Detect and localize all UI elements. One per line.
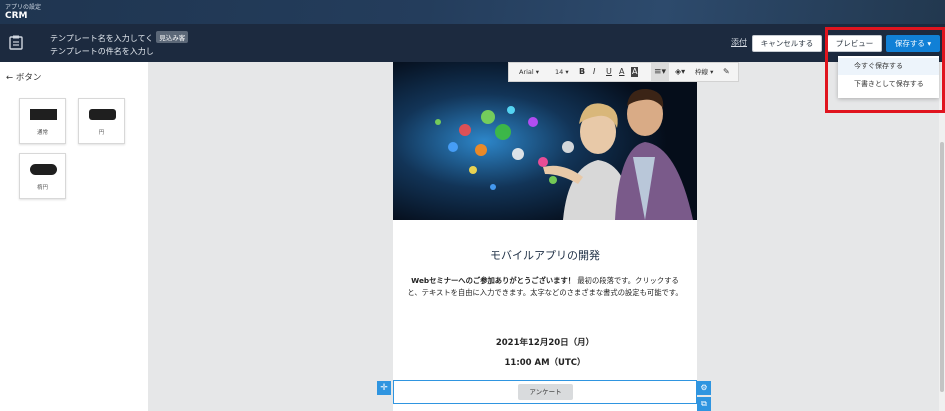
font-size-value: 14: [555, 68, 564, 76]
template-subject-field[interactable]: テンプレートの件名を入力し: [50, 46, 154, 57]
gear-icon[interactable]: ⚙: [697, 381, 711, 395]
font-size-select[interactable]: 14 ▾: [555, 63, 569, 81]
event-date[interactable]: 2021年12月20日（月）: [393, 336, 697, 348]
template-name-field[interactable]: テンプレート名を入力してく 見込み客: [50, 31, 189, 44]
survey-button[interactable]: アンケート: [518, 384, 573, 400]
underline-button[interactable]: U: [606, 63, 612, 81]
selected-button-block[interactable]: アンケート: [393, 380, 697, 404]
template-header: テンプレート名を入力してく 見込み客 テンプレートの件名を入力し 添付 キャンセル…: [0, 24, 945, 62]
email-paragraph[interactable]: Webセミナーへのご参加ありがとうございます！ 最初の段落です。クリックすると、…: [407, 275, 683, 299]
button-shape-preview: [89, 109, 116, 120]
button-style-label: 円: [98, 130, 105, 136]
module-badge: 見込み客: [156, 31, 189, 43]
button-shape-preview: [30, 109, 57, 120]
clear-format-icon[interactable]: ✎: [723, 63, 730, 81]
move-icon[interactable]: ✛: [377, 381, 391, 395]
scroll-thumb[interactable]: [940, 142, 944, 392]
attach-link[interactable]: 添付: [731, 37, 747, 48]
email-title[interactable]: モバイルアプリの開発: [393, 247, 697, 263]
align-select[interactable]: ≡▾: [651, 63, 670, 81]
hero-image[interactable]: [393, 62, 697, 220]
font-family-select[interactable]: Arial ▾: [519, 63, 539, 81]
template-icon: [9, 35, 23, 50]
back-arrow-icon: ←: [6, 73, 14, 83]
event-time[interactable]: 11:00 AM（UTC）: [393, 356, 697, 368]
bold-button[interactable]: B: [579, 63, 585, 81]
font-family-value: Arial: [519, 68, 534, 76]
button-shape-preview: [30, 164, 57, 175]
app-bar: アプリの設定 CRM: [0, 0, 945, 24]
format-toolbar: Arial ▾ 14 ▾ B I U A A ≡▾ ◈▾ 枠線 ▾ ✎: [508, 62, 739, 82]
copy-icon[interactable]: ⧉: [697, 397, 711, 411]
button-style-round[interactable]: 円: [78, 98, 125, 144]
back-link[interactable]: ← ボタン: [6, 71, 41, 83]
text-color-button[interactable]: A: [619, 63, 624, 81]
background-color-button[interactable]: A: [631, 67, 639, 77]
button-style-label: 通常: [36, 130, 48, 136]
border-select[interactable]: 枠線 ▾: [695, 63, 713, 81]
email-paragraph-lead: Webセミナーへのご参加ありがとうございます！: [411, 276, 576, 285]
left-panel: ← ボタン 通常 円 楕円: [0, 62, 148, 411]
email-canvas[interactable]: モバイルアプリの開発 Webセミナーへのご参加ありがとうございます！ 最初の段落…: [393, 62, 697, 411]
back-label: ボタン: [15, 73, 42, 83]
italic-button[interactable]: I: [593, 63, 595, 81]
scrollbar[interactable]: [939, 62, 945, 411]
app-name: CRM: [5, 11, 28, 21]
breadcrumb[interactable]: アプリの設定: [5, 2, 41, 11]
highlight-box: [825, 27, 945, 113]
fill-color-icon[interactable]: ◈▾: [675, 63, 685, 81]
button-style-normal[interactable]: 通常: [19, 98, 66, 144]
align-icon: ≡: [654, 67, 662, 77]
border-label: 枠線: [695, 68, 708, 76]
template-name-text: テンプレート名を入力してく: [50, 34, 154, 43]
cancel-button[interactable]: キャンセルする: [752, 35, 822, 52]
button-style-ellipse[interactable]: 楕円: [19, 153, 66, 199]
button-style-label: 楕円: [36, 185, 48, 191]
